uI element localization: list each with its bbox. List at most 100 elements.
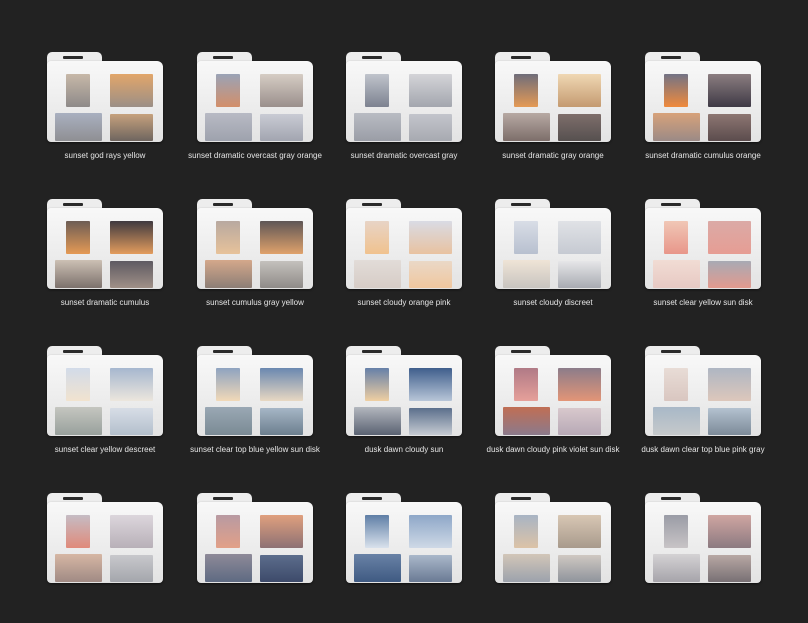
folder-tab-slot [511, 203, 531, 206]
folder-tab-slot [213, 203, 233, 206]
folder-item[interactable]: sunset clear yellow sun disk [645, 199, 795, 329]
folder-icon [495, 199, 611, 289]
folder-item[interactable] [197, 493, 347, 623]
folder-preview-thumbnail [558, 261, 601, 288]
folder-label: sunset clear yellow sun disk [653, 298, 753, 307]
folder-icon [197, 493, 313, 583]
folder-tab-slot [661, 350, 681, 353]
folder-tab-slot [511, 350, 531, 353]
folder-item[interactable]: dusk dawn cloudy sun [346, 346, 496, 476]
folder-icon [346, 493, 462, 583]
folder-preview-thumbnail [653, 407, 700, 435]
folder-item[interactable]: sunset dramatic overcast gray [346, 52, 496, 182]
folder-item[interactable]: sunset god rays yellow [47, 52, 197, 182]
folder-preview-thumbnail [110, 221, 153, 254]
folder-label: sunset cloudy orange pink [357, 298, 451, 307]
folder-body [197, 355, 313, 436]
folder-item[interactable]: sunset dramatic gray orange [495, 52, 645, 182]
folder-tab-slot [661, 497, 681, 500]
folder-item[interactable]: sunset cumulus gray yellow [197, 199, 347, 329]
folder-preview-thumbnail [558, 555, 601, 582]
folder-label: sunset dramatic cumulus [60, 298, 150, 307]
folder-icon [47, 346, 163, 436]
folder-preview-thumbnail [409, 368, 452, 401]
folder-body [346, 355, 462, 436]
folder-preview-thumbnail [558, 408, 601, 435]
folder-body [495, 61, 611, 142]
folder-icon [197, 52, 313, 142]
folder-preview-thumbnail [260, 408, 303, 435]
folder-item[interactable]: dusk dawn clear top blue pink gray [641, 346, 795, 476]
folder-label: sunset dramatic overcast gray orange [188, 151, 322, 160]
folder-preview-thumbnail [260, 368, 303, 401]
folder-preview-thumbnail [558, 368, 601, 401]
folder-item[interactable] [495, 493, 645, 623]
folder-item[interactable] [346, 493, 496, 623]
folder-label: dusk dawn cloudy sun [364, 445, 444, 454]
folder-icon [645, 493, 761, 583]
folder-icon [197, 346, 313, 436]
folder-preview-thumbnail [558, 221, 601, 254]
folder-icon [47, 199, 163, 289]
folder-label: sunset dramatic overcast gray [350, 151, 458, 160]
folder-icon [495, 493, 611, 583]
folder-grid: sunset god rays yellow sunset dramatic ov… [0, 0, 808, 583]
folder-item[interactable]: sunset cloudy orange pink [346, 199, 496, 329]
folder-preview-thumbnail [503, 113, 550, 141]
folder-preview-thumbnail [708, 261, 751, 288]
folder-label: sunset dramatic gray orange [502, 151, 604, 160]
folder-preview-thumbnail [66, 515, 90, 548]
folder-preview-thumbnail [514, 515, 538, 548]
folder-preview-thumbnail [365, 368, 389, 401]
folder-preview-thumbnail [409, 555, 452, 582]
folder-preview-thumbnail [110, 114, 153, 141]
folder-tab-slot [213, 497, 233, 500]
folder-label: sunset clear top blue yellow sun disk [190, 445, 320, 454]
folder-preview-thumbnail [653, 113, 700, 141]
folder-item[interactable]: sunset dramatic overcast gray orange [188, 52, 347, 182]
folder-body [645, 502, 761, 583]
folder-preview-thumbnail [664, 515, 688, 548]
folder-preview-thumbnail [66, 368, 90, 401]
folder-preview-thumbnail [365, 515, 389, 548]
folder-body [645, 355, 761, 436]
folder-preview-thumbnail [409, 74, 452, 107]
folder-preview-thumbnail [558, 114, 601, 141]
folder-preview-thumbnail [66, 221, 90, 254]
folder-preview-thumbnail [664, 221, 688, 254]
folder-preview-thumbnail [260, 555, 303, 582]
folder-preview-thumbnail [653, 554, 700, 582]
folder-item[interactable]: dusk dawn cloudy pink violet sun disk [487, 346, 645, 476]
folder-preview-thumbnail [503, 554, 550, 582]
folder-preview-thumbnail [110, 408, 153, 435]
folder-tab-slot [362, 497, 382, 500]
folder-preview-thumbnail [55, 260, 102, 288]
folder-icon [645, 199, 761, 289]
folder-icon [495, 52, 611, 142]
folder-preview-thumbnail [365, 221, 389, 254]
folder-label: dusk dawn clear top blue pink gray [641, 445, 765, 454]
folder-tab-slot [63, 350, 83, 353]
folder-item[interactable]: sunset dramatic cumulus [47, 199, 197, 329]
folder-preview-thumbnail [216, 74, 240, 107]
folder-preview-thumbnail [409, 221, 452, 254]
folder-item[interactable]: sunset cloudy discreet [495, 199, 645, 329]
folder-item[interactable] [47, 493, 197, 623]
folder-item[interactable] [645, 493, 795, 623]
folder-preview-thumbnail [514, 74, 538, 107]
folder-body [47, 208, 163, 289]
folder-body [346, 502, 462, 583]
folder-label: sunset clear yellow descreet [54, 445, 156, 454]
folder-preview-thumbnail [55, 407, 102, 435]
folder-body [645, 61, 761, 142]
folder-preview-thumbnail [558, 515, 601, 548]
folder-tab-slot [63, 56, 83, 59]
folder-icon [47, 493, 163, 583]
folder-preview-thumbnail [409, 515, 452, 548]
folder-item[interactable]: sunset clear top blue yellow sun disk [190, 346, 347, 476]
folder-item[interactable]: sunset clear yellow descreet [47, 346, 197, 476]
folder-preview-thumbnail [653, 260, 700, 288]
folder-item[interactable]: sunset dramatic cumulus orange [645, 52, 795, 182]
folder-icon [197, 199, 313, 289]
folder-tab-slot [511, 56, 531, 59]
